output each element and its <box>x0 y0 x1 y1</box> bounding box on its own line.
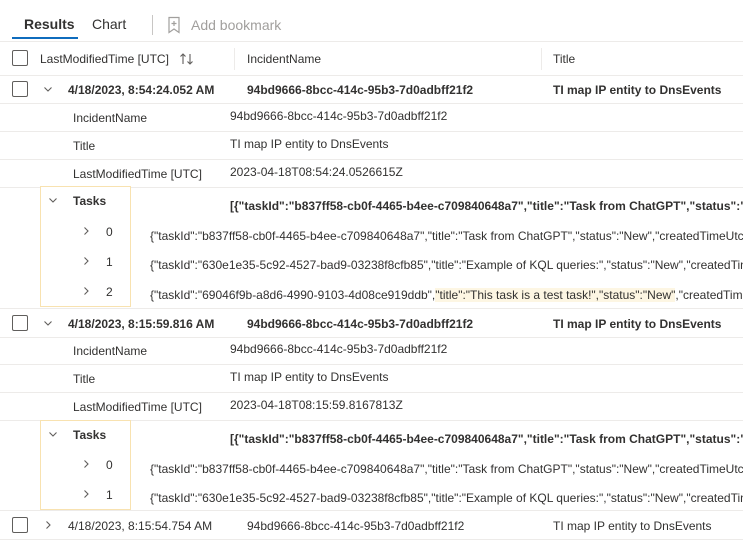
chevron-down-icon[interactable] <box>47 428 59 440</box>
task-value-highlight: "title":"This task is a test task!","sta… <box>435 288 676 302</box>
task-subrow[interactable]: 2 {"taskId":"69046f9b-a8d6-4990-9103-4d0… <box>0 276 743 306</box>
row-title: TI map IP entity to DnsEvents <box>553 317 722 331</box>
task-subrow[interactable]: 0 {"taskId":"b837ff58-cb0f-4465-b4ee-c70… <box>0 216 743 246</box>
detail-row: Title TI map IP entity to DnsEvents <box>0 131 743 160</box>
column-divider[interactable] <box>234 48 235 70</box>
row-incident: 94bd9666-8bcc-414c-95b3-7d0adbff21f2 <box>247 317 474 331</box>
row-time: 4/18/2023, 8:15:59.816 AM <box>68 317 215 331</box>
chevron-down-icon[interactable] <box>42 317 54 329</box>
detail-value: 2023-04-18T08:54:24.0526615Z <box>230 165 403 179</box>
bookmark-icon <box>168 16 180 34</box>
detail-row: IncidentName 94bd9666-8bcc-414c-95b3-7d0… <box>0 103 743 132</box>
detail-value: TI map IP entity to DnsEvents <box>230 370 389 384</box>
detail-value: TI map IP entity to DnsEvents <box>230 137 389 151</box>
detail-label: IncidentName <box>73 111 148 125</box>
tab-results[interactable]: Results <box>24 16 75 32</box>
detail-label: LastModifiedTime [UTC] <box>73 400 202 414</box>
toolbar-divider <box>152 15 153 35</box>
task-value-tail: ,"createdTime <box>675 288 743 302</box>
task-index: 2 <box>106 285 113 299</box>
task-subrow[interactable]: 1 {"taskId":"630e1e35-5c92-4527-bad9-032… <box>0 246 743 276</box>
tab-results-underline <box>12 37 78 39</box>
chevron-right-icon[interactable] <box>42 519 54 531</box>
detail-label: IncidentName <box>73 344 148 358</box>
detail-row: IncidentName 94bd9666-8bcc-414c-95b3-7d0… <box>0 336 743 365</box>
detail-value: 94bd9666-8bcc-414c-95b3-7d0adbff21f2 <box>230 109 448 123</box>
detail-label: LastModifiedTime [UTC] <box>73 167 202 181</box>
row-incident: 94bd9666-8bcc-414c-95b3-7d0adbff21f2 <box>247 83 474 97</box>
column-header-incidentname[interactable]: IncidentName <box>247 52 321 66</box>
detail-label: Title <box>73 372 96 386</box>
table-row[interactable]: 4/18/2023, 8:54:24.052 AM 94bd9666-8bcc-… <box>0 75 743 104</box>
chevron-down-icon[interactable] <box>42 83 54 95</box>
column-header-title[interactable]: Title <box>553 52 575 66</box>
task-value: {"taskId":"b837ff58-cb0f-4465-b4ee-c7098… <box>150 462 743 476</box>
row-checkbox[interactable] <box>12 315 28 331</box>
row-checkbox[interactable] <box>12 81 28 97</box>
detail-value: 2023-04-18T08:15:59.8167813Z <box>230 398 403 412</box>
select-all-checkbox[interactable] <box>12 50 28 66</box>
row-checkbox[interactable] <box>12 517 28 533</box>
detail-row: Title TI map IP entity to DnsEvents <box>0 364 743 393</box>
chevron-right-icon[interactable] <box>80 488 92 500</box>
column-divider[interactable] <box>541 48 542 70</box>
tasks-value: [{"taskId":"b837ff58-cb0f-4465-b4ee-c709… <box>230 432 743 446</box>
tasks-value: [{"taskId":"b837ff58-cb0f-4465-b4ee-c709… <box>230 199 743 213</box>
row-time: 4/18/2023, 8:54:24.052 AM <box>68 83 215 97</box>
chevron-right-icon[interactable] <box>80 285 92 297</box>
task-subrow[interactable]: 1 {"taskId":"630e1e35-5c92-4527-bad9-032… <box>0 479 743 509</box>
chevron-down-icon[interactable] <box>47 194 59 206</box>
chevron-right-icon[interactable] <box>80 255 92 267</box>
sort-icon[interactable] <box>179 52 195 66</box>
tasks-label: Tasks <box>73 194 107 208</box>
detail-row: LastModifiedTime [UTC] 2023-04-18T08:15:… <box>0 392 743 421</box>
tasks-row[interactable]: Tasks [{"taskId":"b837ff58-cb0f-4465-b4e… <box>0 421 743 449</box>
column-header-lastmodified[interactable]: LastModifiedTime [UTC] <box>40 52 169 66</box>
detail-value: 94bd9666-8bcc-414c-95b3-7d0adbff21f2 <box>230 342 448 356</box>
table-row[interactable]: 4/18/2023, 8:15:54.754 AM 94bd9666-8bcc-… <box>0 510 743 540</box>
detail-row: LastModifiedTime [UTC] 2023-04-18T08:54:… <box>0 159 743 188</box>
task-index: 0 <box>106 225 113 239</box>
tasks-label: Tasks <box>73 428 107 442</box>
results-toolbar: Results Chart Add bookmark <box>0 0 743 42</box>
task-value-text: {"taskId":"69046f9b-a8d6-4990-9103-4d08c… <box>150 288 436 302</box>
row-title: TI map IP entity to DnsEvents <box>553 83 722 97</box>
detail-label: Title <box>73 139 96 153</box>
row-incident: 94bd9666-8bcc-414c-95b3-7d0adbff21f2 <box>247 519 465 533</box>
chevron-right-icon[interactable] <box>80 458 92 470</box>
row-title: TI map IP entity to DnsEvents <box>553 519 712 533</box>
row-time: 4/18/2023, 8:15:54.754 AM <box>68 519 213 533</box>
task-index: 0 <box>106 458 113 472</box>
tab-chart[interactable]: Chart <box>92 16 126 32</box>
task-subrow[interactable]: 0 {"taskId":"b837ff58-cb0f-4465-b4ee-c70… <box>0 449 743 479</box>
task-value: {"taskId":"b837ff58-cb0f-4465-b4ee-c7098… <box>150 229 743 243</box>
table-row[interactable]: 4/18/2023, 8:15:59.816 AM 94bd9666-8bcc-… <box>0 308 743 338</box>
tasks-row[interactable]: Tasks [{"taskId":"b837ff58-cb0f-4465-b4e… <box>0 187 743 215</box>
task-index: 1 <box>106 488 113 502</box>
task-value: {"taskId":"69046f9b-a8d6-4990-9103-4d08c… <box>150 288 743 302</box>
task-index: 1 <box>106 255 113 269</box>
add-bookmark-label: Add bookmark <box>191 17 282 33</box>
grid-header: LastModifiedTime [UTC] IncidentName Titl… <box>0 42 743 76</box>
task-value: {"taskId":"630e1e35-5c92-4527-bad9-03238… <box>150 258 743 272</box>
task-value: {"taskId":"630e1e35-5c92-4527-bad9-03238… <box>150 491 743 505</box>
chevron-right-icon[interactable] <box>80 225 92 237</box>
